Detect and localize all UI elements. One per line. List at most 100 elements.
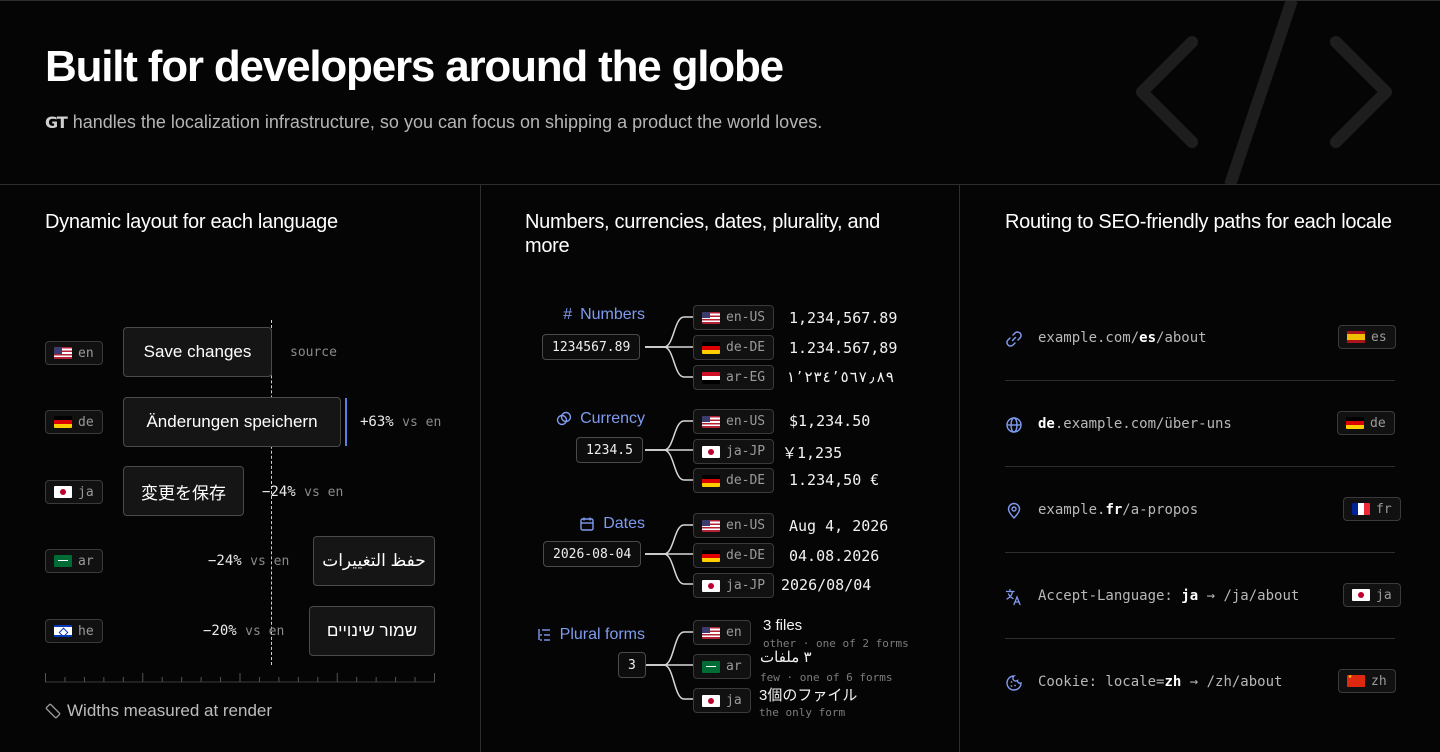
locale-tag-en: en xyxy=(693,620,751,645)
gt-logo: GT xyxy=(45,113,68,132)
locale-tag-ja: ja xyxy=(1343,583,1401,607)
plural-output: 3 files xyxy=(763,617,803,634)
us-flag-icon xyxy=(702,626,720,639)
locale-tag-es: es xyxy=(1338,325,1396,349)
locale-tag-de-DE: de-DE xyxy=(693,468,775,493)
routing-title: Routing to SEO-friendly paths for each l… xyxy=(1005,211,1392,233)
section-divider xyxy=(0,184,1440,185)
fr-flag-icon xyxy=(1352,503,1370,515)
route-row-fr: example.fr/a-propos fr xyxy=(1005,490,1401,530)
map-pin-icon xyxy=(1007,502,1021,519)
jp-flag-icon xyxy=(54,486,72,498)
route-text: Accept-Language: ja → /ja/about xyxy=(1038,588,1300,604)
dynamic-layout-title: Dynamic layout for each language xyxy=(45,211,338,233)
jp-flag-icon xyxy=(702,579,720,592)
translate-icon xyxy=(1005,588,1021,606)
route-divider xyxy=(1005,466,1395,467)
us-flag-icon xyxy=(702,311,720,324)
numbers-output: 1,234,567.89 xyxy=(789,309,898,327)
route-text: de.example.com/über-uns xyxy=(1038,416,1232,432)
width-diff-ja: −24% vs en xyxy=(262,484,344,500)
list-icon xyxy=(537,629,550,641)
route-divider xyxy=(1005,380,1395,381)
cn-flag-icon xyxy=(1347,675,1365,687)
save-button-he[interactable]: שמור שינויים xyxy=(309,606,435,656)
dates-input: 2026-08-04 xyxy=(543,541,642,567)
plural-input: 3 xyxy=(618,652,646,678)
measured-note: Widths measured at render xyxy=(45,701,272,721)
subtitle-text: handles the localization infrastructure,… xyxy=(72,112,823,132)
plural-forms-label: Plural forms xyxy=(536,626,645,644)
connector-lines xyxy=(645,316,696,700)
locale-tag-en-US: en-US xyxy=(693,409,775,434)
locale-tag-de: de xyxy=(1337,411,1395,435)
dates-label: Dates xyxy=(579,515,645,533)
il-flag-icon xyxy=(54,625,72,637)
eg-flag-icon xyxy=(702,371,720,384)
sa-flag-icon xyxy=(54,555,72,567)
code-brackets-icon xyxy=(1136,0,1392,185)
save-button-en[interactable]: Save changes xyxy=(123,327,272,377)
route-row-zh: Cookie: locale=zh → /zh/about zh xyxy=(1005,662,1396,702)
coins-icon xyxy=(556,411,572,426)
globe-icon xyxy=(1006,417,1022,433)
locale-tag-ja-JP: ja-JP xyxy=(693,573,775,598)
locale-tag-ar: ar xyxy=(693,654,751,679)
link-icon xyxy=(1006,331,1022,347)
us-flag-icon xyxy=(54,347,72,359)
source-label: source xyxy=(290,345,337,360)
es-flag-icon xyxy=(1347,331,1365,343)
locale-tag-ar: ar xyxy=(45,549,103,573)
currency-output: 1.234,50 € xyxy=(789,471,880,489)
de-flag-icon xyxy=(702,549,720,562)
route-text: example.fr/a-propos xyxy=(1038,502,1199,518)
dates-output: 04.08.2026 xyxy=(789,547,880,565)
plural-output: 3個のファイル xyxy=(759,687,858,704)
page-subtitle: GT handles the localization infrastructu… xyxy=(45,112,822,133)
locale-tag-fr: fr xyxy=(1343,497,1401,521)
locale-tag-he: he xyxy=(45,619,103,643)
numbers-input: 1234567.89 xyxy=(542,334,641,360)
save-button-ja[interactable]: 変更を保存 xyxy=(123,466,244,516)
us-flag-icon xyxy=(702,519,720,532)
save-button-ar[interactable]: حفظ التغييرات xyxy=(313,536,435,586)
jp-flag-icon xyxy=(702,694,720,707)
numbers-label: # Numbers xyxy=(563,306,645,323)
page-title: Built for developers around the globe xyxy=(45,42,784,91)
route-divider xyxy=(1005,552,1395,553)
currency-output: ￥1,235 xyxy=(782,444,843,462)
column-divider xyxy=(959,185,960,752)
sa-flag-icon xyxy=(702,660,720,673)
locale-tag-en: en xyxy=(45,341,103,365)
route-row-es: example.com/es/about es xyxy=(1005,318,1396,358)
formatting-title: Numbers, currencies, dates, plurality, a… xyxy=(525,211,880,257)
dates-output: Aug 4, 2026 xyxy=(789,517,889,535)
currency-output: $1,234.50 xyxy=(789,412,871,430)
jp-flag-icon xyxy=(702,445,720,458)
overflow-indicator xyxy=(345,398,347,446)
calendar-icon xyxy=(580,517,594,531)
de-flag-icon xyxy=(54,416,72,428)
ruler-icon xyxy=(45,703,61,719)
numbers-output: ١٬٢٣٤٬٥٦٧٫٨٩ xyxy=(786,368,895,386)
locale-tag-en-US: en-US xyxy=(693,305,775,330)
de-flag-icon xyxy=(702,341,720,354)
width-diff-ar: −24% vs en xyxy=(208,553,290,569)
jp-flag-icon xyxy=(1352,589,1370,601)
hash-icon: # xyxy=(563,306,573,323)
top-border xyxy=(0,0,1440,1)
locale-tag-ja: ja xyxy=(45,480,103,504)
column-divider xyxy=(480,185,481,752)
numbers-output: 1.234.567,89 xyxy=(789,339,898,357)
route-divider xyxy=(1005,638,1395,639)
dates-output: 2026/08/04 xyxy=(781,576,872,594)
cookie-icon xyxy=(1006,675,1022,691)
route-row-ja: Accept-Language: ja → /ja/about ja xyxy=(1005,576,1401,616)
save-button-de[interactable]: Änderungen speichern xyxy=(123,397,341,447)
width-diff-he: −20% vs en xyxy=(203,623,285,639)
locale-tag-ar-EG: ar-EG xyxy=(693,365,775,390)
route-row-de: de.example.com/über-uns de xyxy=(1005,404,1395,444)
locale-tag-ja: ja xyxy=(693,688,751,713)
plural-rule: the only form xyxy=(759,706,846,719)
locale-tag-de-DE: de-DE xyxy=(693,335,775,360)
